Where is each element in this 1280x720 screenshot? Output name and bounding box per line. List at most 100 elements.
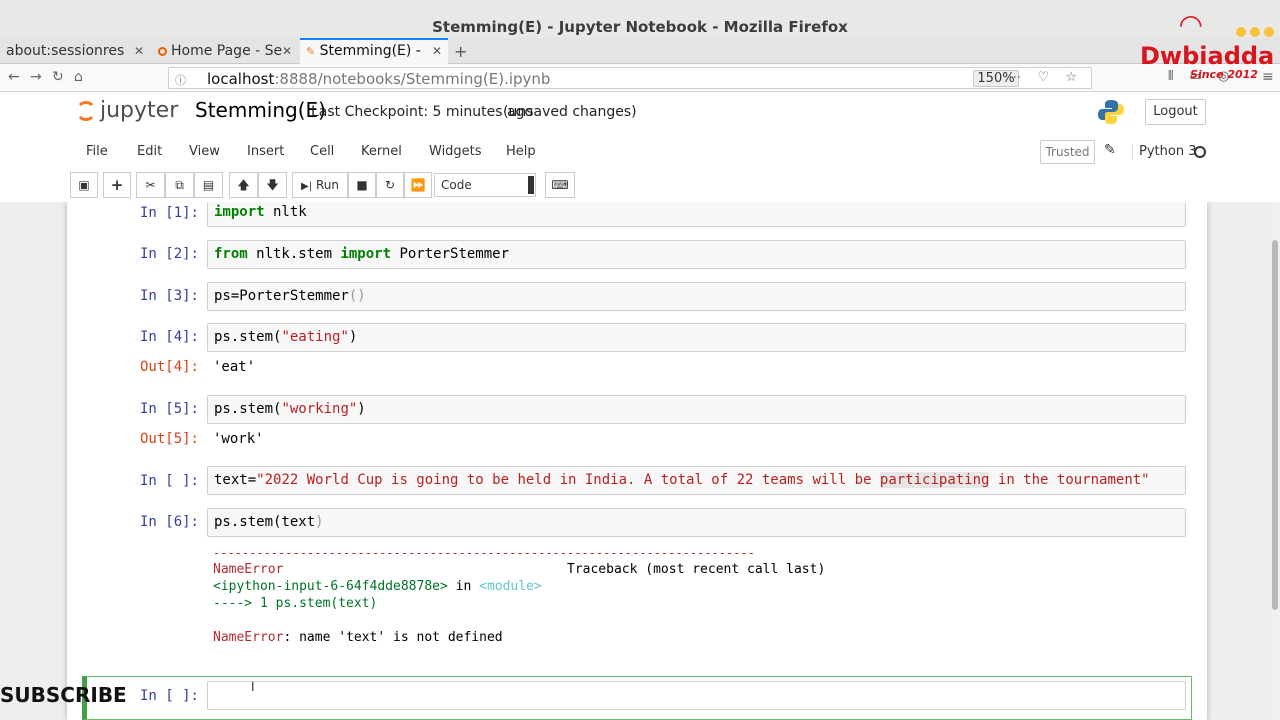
wifi-icon: ◠ bbox=[1180, 8, 1202, 41]
menu-cell[interactable]: Cell bbox=[310, 144, 334, 159]
url-text: localhost:8888/notebooks/Stemming(E).ipy… bbox=[207, 70, 551, 88]
input-prompt: In [1]: bbox=[139, 205, 199, 221]
traceback-input-line: <ipython-input-6-64f4dde8878e> in <modul… bbox=[213, 579, 542, 594]
cell-output: 'work' bbox=[213, 431, 264, 447]
code-line: import nltk bbox=[214, 204, 307, 220]
code-cell-input[interactable]: ps.stem("eating") bbox=[207, 323, 1186, 352]
output-prompt: Out[5]: bbox=[139, 431, 199, 447]
jupyter-logo[interactable]: jupyter bbox=[76, 98, 178, 123]
step-forward-icon: ▶| bbox=[301, 181, 313, 192]
reload-icon[interactable]: ↻ bbox=[52, 69, 64, 85]
save-button[interactable]: ▣ bbox=[70, 172, 98, 198]
traceback-dashes: ----------------------------------------… bbox=[213, 546, 755, 560]
firefox-icon bbox=[158, 47, 167, 56]
trusted-indicator[interactable]: Trusted bbox=[1040, 140, 1095, 164]
code-cell-input[interactable]: from nltk.stem import PorterStemmer bbox=[207, 240, 1186, 269]
address-bar[interactable]: ⓘ localhost:8888/notebooks/Stemming(E).i… bbox=[168, 67, 1092, 89]
paste-button[interactable]: ▤ bbox=[194, 172, 223, 198]
new-tab-icon[interactable]: + bbox=[454, 42, 467, 61]
close-icon[interactable]: ✕ bbox=[282, 38, 292, 64]
save-icon: ▣ bbox=[78, 178, 90, 192]
run-button[interactable]: ▶| Run bbox=[292, 172, 348, 198]
python-logo-icon bbox=[1098, 100, 1124, 124]
restart-button[interactable]: ↻ bbox=[376, 172, 404, 198]
menu-edit[interactable]: Edit bbox=[137, 144, 162, 159]
stop-icon: ■ bbox=[356, 178, 368, 192]
arrow-down-icon: 🡇 bbox=[266, 178, 279, 192]
copy-icon: ⧉ bbox=[175, 178, 184, 192]
traceback-header: Traceback (most recent call last) bbox=[567, 562, 826, 577]
text-cursor-icon: I bbox=[251, 680, 255, 694]
logout-button[interactable]: Logout bbox=[1145, 99, 1206, 125]
close-icon[interactable]: ✕ bbox=[432, 40, 442, 63]
subscribe-overlay: SUBSCRIBE bbox=[0, 683, 127, 707]
scissors-icon: ✂ bbox=[145, 178, 156, 192]
tab-label: about:sessionres bbox=[6, 43, 125, 59]
menu-file[interactable]: File bbox=[86, 144, 108, 159]
home-icon[interactable]: ⌂ bbox=[74, 69, 83, 85]
tab-home-page[interactable]: Home Page - Se ✕ bbox=[152, 38, 298, 64]
interrupt-button[interactable]: ■ bbox=[348, 172, 376, 198]
forward-icon[interactable]: → bbox=[30, 69, 42, 85]
back-icon[interactable]: ← bbox=[8, 69, 20, 85]
move-down-button[interactable]: 🡇 bbox=[258, 172, 287, 198]
code-cell-input[interactable]: import nltk bbox=[207, 202, 1186, 227]
code-line: ps.stem(text) bbox=[214, 514, 324, 530]
notebook-name[interactable]: Stemming(E) bbox=[195, 98, 326, 122]
copy-button[interactable]: ⧉ bbox=[165, 172, 194, 198]
tab-label: Home Page - Se bbox=[171, 43, 283, 59]
menu-help[interactable]: Help bbox=[506, 144, 536, 159]
code-cell-input[interactable]: text="2022 World Cup is going to be held… bbox=[207, 466, 1186, 495]
notebook-scroll-area[interactable]: In [1]: import nltk In [2]: from nltk.st… bbox=[0, 202, 1280, 720]
brand-name: Dwbiadda bbox=[1140, 42, 1275, 70]
kernel-idle-icon bbox=[1194, 146, 1206, 158]
info-icon[interactable]: ⓘ bbox=[175, 72, 186, 88]
brand-since: Since 2012 bbox=[1190, 68, 1258, 81]
traceback-arrow-line: ----> 1 ps.stem(text) bbox=[213, 596, 378, 611]
brand-logo: ◠ Dwbiadda Since 2012 bbox=[1136, 8, 1274, 82]
code-line: ps=PorterStemmer() bbox=[214, 288, 366, 304]
notebook-toolbar: ▣ + ✂ ⧉ ▤ 🡅 🡇 ▶| Run ■ ↻ ⏩ Code ⌨ bbox=[70, 172, 1210, 200]
menu-widgets[interactable]: Widgets bbox=[429, 144, 482, 159]
cell-output: 'eat' bbox=[213, 359, 256, 375]
cut-button[interactable]: ✂ bbox=[136, 172, 165, 198]
restart-icon: ↻ bbox=[384, 178, 396, 192]
notebook-menubar: File Edit View Insert Cell Kernel Widget… bbox=[70, 136, 1210, 168]
scrollbar-thumb[interactable] bbox=[1272, 240, 1278, 610]
menu-insert[interactable]: Insert bbox=[247, 144, 284, 159]
window-titlebar: Stemming(E) - Jupyter Notebook - Mozilla… bbox=[0, 0, 1280, 40]
menu-icon[interactable]: ≡ bbox=[1262, 69, 1274, 85]
cell-type-select[interactable]: Code bbox=[434, 173, 536, 197]
jupyter-logo-icon bbox=[76, 101, 96, 121]
checkpoint-status: Last Checkpoint: 5 minutes ago bbox=[311, 104, 534, 120]
code-cell-input[interactable]: ps.stem("working") bbox=[207, 395, 1186, 424]
input-prompt: In [ ]: bbox=[139, 473, 199, 489]
notebook-container: In [1]: import nltk In [2]: from nltk.st… bbox=[67, 202, 1207, 720]
code-line: ps.stem("working") bbox=[214, 401, 366, 417]
kernel-name: Python 3 bbox=[1132, 144, 1196, 159]
page-actions-icon[interactable]: ⋯ ♡ ☆ bbox=[1008, 70, 1083, 85]
code-cell-input[interactable] bbox=[207, 681, 1186, 710]
tab-stemming[interactable]: ✎ Stemming(E) - ✕ bbox=[300, 38, 448, 64]
plus-icon: + bbox=[110, 176, 124, 194]
move-up-button[interactable]: 🡅 bbox=[229, 172, 258, 198]
insert-cell-button[interactable]: + bbox=[103, 172, 131, 198]
tab-label: Stemming(E) - bbox=[319, 43, 421, 59]
command-palette-button[interactable]: ⌨ bbox=[545, 172, 575, 198]
output-prompt: Out[4]: bbox=[139, 359, 199, 375]
edit-mode-icon: ✎ bbox=[1104, 142, 1116, 158]
close-icon[interactable]: ✕ bbox=[134, 38, 144, 64]
code-cell-input[interactable]: ps.stem(text) bbox=[207, 508, 1186, 537]
tab-session-restore[interactable]: about:sessionres ✕ bbox=[0, 38, 150, 64]
keyboard-icon: ⌨ bbox=[551, 178, 569, 192]
arrow-up-icon: 🡅 bbox=[237, 178, 250, 192]
menu-view[interactable]: View bbox=[189, 144, 220, 159]
tab-bar: about:sessionres ✕ Home Page - Se ✕ ✎ St… bbox=[0, 38, 1280, 64]
traceback-error-name: NameError bbox=[213, 562, 284, 577]
restart-run-all-button[interactable]: ⏩ bbox=[404, 172, 432, 198]
window-title: Stemming(E) - Jupyter Notebook - Mozilla… bbox=[432, 18, 848, 36]
code-line: from nltk.stem import PorterStemmer bbox=[214, 246, 510, 262]
code-cell-input[interactable]: ps=PorterStemmer() bbox=[207, 282, 1186, 311]
menu-kernel[interactable]: Kernel bbox=[361, 144, 402, 159]
chevron-down-icon bbox=[528, 176, 534, 194]
